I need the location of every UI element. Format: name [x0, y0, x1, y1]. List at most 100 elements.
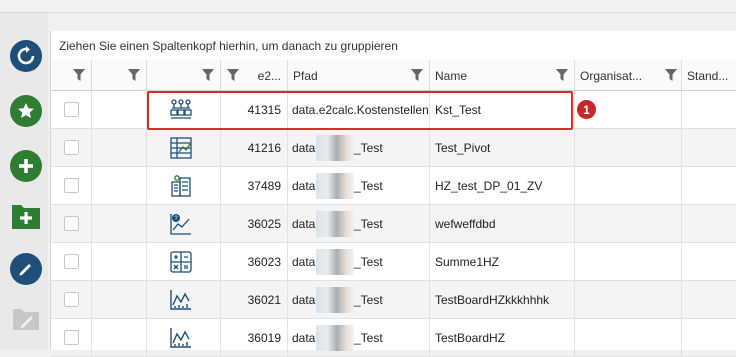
path-prefix: data — [292, 141, 316, 155]
filter-icon[interactable] — [202, 69, 214, 81]
refresh-button[interactable] — [10, 40, 42, 72]
org-cell — [575, 205, 682, 242]
id-text: 36025 — [247, 217, 281, 231]
filter-icon[interactable] — [73, 69, 85, 81]
add-button[interactable] — [10, 150, 42, 182]
name-text: Summe1HZ — [435, 255, 500, 269]
empty-cell — [92, 205, 147, 242]
group-panel[interactable]: Ziehen Sie einen Spaltenkopf hierhin, um… — [51, 31, 736, 61]
path-cell: data _Test — [288, 205, 430, 242]
stand-cell — [682, 91, 736, 128]
select-cell — [51, 243, 92, 280]
filter-icon[interactable] — [411, 69, 423, 81]
redacted-path-segment — [316, 211, 354, 237]
row-checkbox[interactable] — [64, 102, 79, 117]
top-bar — [0, 0, 736, 13]
name-text: wefweffdbd — [435, 217, 496, 231]
add-icon — [19, 159, 33, 173]
stand-cell — [682, 167, 736, 204]
header-id[interactable]: e2... — [221, 60, 288, 90]
header-path[interactable]: Pfad — [288, 60, 430, 90]
type-icon-cell — [147, 167, 221, 204]
id-text: 41216 — [247, 141, 281, 155]
row-checkbox[interactable] — [64, 254, 79, 269]
path-cell: data _Test — [288, 129, 430, 166]
path-cell: data _Test — [288, 281, 430, 318]
row-checkbox[interactable] — [64, 216, 79, 231]
calculator-icon — [169, 250, 193, 274]
header-org[interactable]: Organisat... — [575, 60, 682, 90]
org-cell — [575, 243, 682, 280]
filter-icon[interactable] — [227, 69, 239, 81]
path-prefix: data — [292, 293, 316, 307]
org-cell — [575, 167, 682, 204]
id-cell: 37489 — [221, 167, 288, 204]
table-row[interactable]: ? 36025 data _Test wefweffdbd — [51, 205, 736, 243]
add-folder-icon — [12, 205, 40, 229]
id-cell: 36021 — [221, 281, 288, 318]
name-text: TestBoardHZ — [435, 331, 506, 345]
redacted-path-segment — [316, 249, 354, 275]
select-cell — [51, 167, 92, 204]
id-text: 36021 — [247, 293, 281, 307]
table-row[interactable]: 41216 data _Test Test_Pivot — [51, 129, 736, 167]
name-text: TestBoardHZkkkhhhk — [435, 293, 550, 307]
select-cell — [51, 319, 92, 356]
path-prefix: data — [292, 255, 316, 269]
empty-cell — [92, 243, 147, 280]
stand-cell — [682, 129, 736, 166]
id-cell: 41216 — [221, 129, 288, 166]
type-icon-cell — [147, 129, 221, 166]
name-cell: wefweffdbd — [430, 205, 575, 242]
favorite-button[interactable] — [10, 95, 42, 127]
select-cell — [51, 281, 92, 318]
header-org-label: Organisat... — [580, 69, 643, 83]
edit-button[interactable] — [10, 253, 42, 285]
id-cell: 36019 — [221, 319, 288, 356]
name-cell: Summe1HZ — [430, 243, 575, 280]
type-icon-cell — [147, 281, 221, 318]
add-folder-button[interactable] — [10, 200, 42, 232]
table-row[interactable]: 36019 data _Test TestBoardHZ — [51, 319, 736, 357]
path-suffix: _Test — [354, 293, 383, 307]
redacted-path-segment — [316, 135, 354, 161]
select-cell — [51, 129, 92, 166]
grid-header: e2... Pfad Name Organisat... Stand... — [51, 60, 736, 91]
stand-cell — [682, 205, 736, 242]
row-checkbox[interactable] — [64, 178, 79, 193]
org-cell — [575, 319, 682, 356]
path-suffix: _Test — [354, 179, 383, 193]
filter-icon[interactable] — [556, 69, 568, 81]
header-stand[interactable]: Stand... — [682, 60, 736, 90]
row-checkbox[interactable] — [64, 140, 79, 155]
path-cell: data _Test — [288, 319, 430, 356]
path-suffix: _Test — [354, 255, 383, 269]
redacted-path-segment — [316, 173, 354, 199]
id-text: 37489 — [247, 179, 281, 193]
org-cell — [575, 129, 682, 166]
filter-icon[interactable] — [665, 69, 677, 81]
filter-icon[interactable] — [128, 69, 140, 81]
header-col2[interactable] — [92, 60, 147, 90]
row-checkbox[interactable] — [64, 292, 79, 307]
path-prefix: data — [292, 217, 316, 231]
path-cell: data _Test — [288, 167, 430, 204]
stand-cell — [682, 281, 736, 318]
name-text: HZ_test_DP_01_ZV — [435, 179, 543, 193]
header-name[interactable]: Name — [430, 60, 575, 90]
org-cell — [575, 281, 682, 318]
path-cell: data _Test — [288, 243, 430, 280]
name-cell: HZ_test_DP_01_ZV — [430, 167, 575, 204]
edit-folder-button[interactable] — [10, 302, 42, 334]
path-suffix: _Test — [354, 217, 383, 231]
table-row[interactable]: 37489 data _Test HZ_test_DP_01_ZV — [51, 167, 736, 205]
highlight-frame — [147, 91, 573, 130]
header-select[interactable] — [51, 60, 92, 90]
pivot-board-icon — [169, 136, 193, 160]
row-checkbox[interactable] — [64, 330, 79, 345]
header-icon-col[interactable] — [147, 60, 221, 90]
line-chart-icon — [169, 326, 193, 350]
empty-cell — [92, 91, 147, 128]
table-row[interactable]: 36023 data _Test Summe1HZ — [51, 243, 736, 281]
table-row[interactable]: 36021 data _Test TestBoardHZkkkhhhk — [51, 281, 736, 319]
